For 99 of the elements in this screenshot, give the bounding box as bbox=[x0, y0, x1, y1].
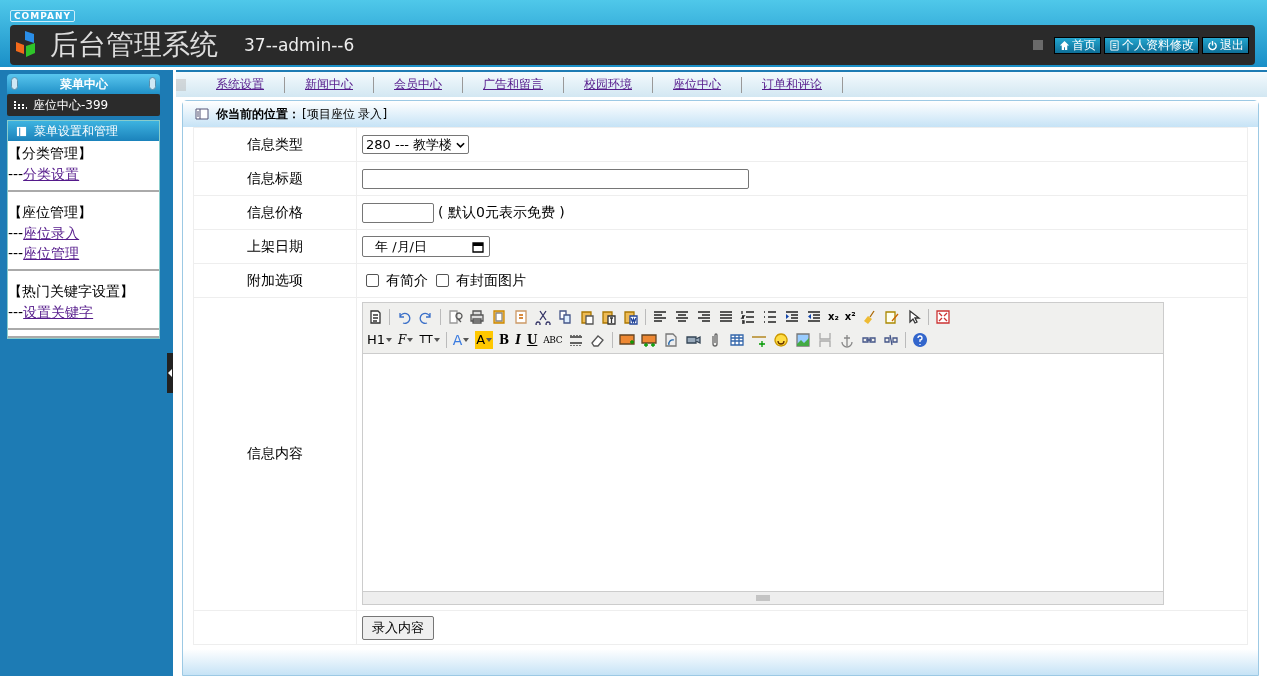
breadcrumb-path: [项目座位 录入] bbox=[302, 105, 388, 123]
current-module[interactable]: 座位中心-399 bbox=[7, 94, 160, 116]
breadcrumb-label: 你当前的位置： bbox=[216, 105, 300, 123]
indent-icon[interactable] bbox=[784, 308, 800, 325]
header-button[interactable]: 退出 bbox=[1202, 36, 1249, 54]
price-input[interactable] bbox=[362, 202, 434, 223]
toolbar-button[interactable]: ABC bbox=[543, 330, 563, 349]
scissors-icon[interactable] bbox=[535, 308, 551, 325]
link-prefix: --- bbox=[8, 245, 24, 261]
printer-icon[interactable] bbox=[469, 308, 485, 325]
toolbar-button[interactable]: B bbox=[499, 330, 510, 349]
group-title: 【热门关键字设置】 bbox=[8, 282, 135, 301]
menu-link[interactable]: 座位录入 bbox=[23, 225, 80, 241]
panel-icon bbox=[195, 108, 209, 120]
header-button[interactable]: 首页 bbox=[1054, 36, 1101, 54]
checkbox-label: 有封面图片 bbox=[456, 271, 526, 290]
align-right-icon[interactable] bbox=[696, 308, 712, 325]
caret-icon bbox=[386, 337, 393, 342]
align-center-icon[interactable] bbox=[674, 308, 690, 325]
submit-button[interactable]: 录入内容 bbox=[362, 615, 434, 640]
align-left-icon[interactable] bbox=[652, 308, 668, 325]
caret-icon bbox=[486, 337, 493, 342]
images-icon[interactable] bbox=[641, 331, 658, 348]
toolbar-button[interactable]: x₂ bbox=[828, 307, 839, 326]
group-title: 【座位管理】 bbox=[8, 203, 93, 222]
copy-icon[interactable] bbox=[557, 308, 573, 325]
field-label: 信息内容 bbox=[193, 297, 357, 611]
nav-link[interactable]: 广告和留言 bbox=[463, 76, 563, 93]
power-icon bbox=[1207, 39, 1218, 51]
date-field[interactable]: 年 /月/日 bbox=[362, 236, 490, 257]
toolbar-button[interactable]: TT bbox=[419, 330, 440, 349]
toolbar-button[interactable]: x² bbox=[844, 307, 856, 326]
link-prefix: --- bbox=[8, 304, 24, 320]
calendar-icon bbox=[472, 240, 484, 253]
link-prefix: --- bbox=[8, 166, 24, 182]
nav-link[interactable]: 订单和评论 bbox=[742, 76, 842, 93]
caret-icon bbox=[456, 141, 466, 148]
clipboard-icon[interactable] bbox=[601, 308, 617, 325]
table-icon[interactable] bbox=[729, 331, 746, 348]
menu-link[interactable]: 分类设置 bbox=[23, 166, 80, 182]
clipboard-icon[interactable] bbox=[623, 308, 639, 325]
smiley-icon[interactable] bbox=[773, 331, 790, 348]
field-label: 信息价格 bbox=[193, 195, 357, 230]
title-input[interactable] bbox=[362, 168, 749, 189]
nav-link[interactable]: 会员中心 bbox=[374, 76, 462, 93]
justify-icon[interactable] bbox=[718, 308, 734, 325]
collapse-handle[interactable] bbox=[167, 70, 173, 676]
link-prefix: --- bbox=[8, 225, 24, 241]
nav-link[interactable]: 系统设置 bbox=[196, 76, 284, 93]
system-title: 后台管理系统 bbox=[50, 27, 218, 63]
field-label: 信息标题 bbox=[193, 161, 357, 196]
home-icon bbox=[1059, 39, 1070, 51]
list-icon bbox=[1109, 39, 1120, 51]
numbered-list-icon[interactable] bbox=[740, 308, 756, 325]
field-label: 上架日期 bbox=[193, 229, 357, 264]
nav-link[interactable]: 校园环境 bbox=[564, 76, 652, 93]
image-icon[interactable] bbox=[619, 331, 636, 348]
company-badge: COMPANY bbox=[10, 10, 75, 22]
flash-icon[interactable] bbox=[663, 331, 680, 348]
picture-icon[interactable] bbox=[795, 331, 812, 348]
menu-link[interactable]: 设置关键字 bbox=[23, 304, 94, 320]
field-label: 附加选项 bbox=[193, 263, 357, 298]
pencil-icon[interactable] bbox=[883, 308, 900, 325]
price-hint: ( 默认0元表示免费 ) bbox=[438, 203, 565, 220]
header-button[interactable]: 个人资料修改 bbox=[1104, 36, 1199, 54]
group-title: 【分类管理】 bbox=[8, 144, 93, 163]
outdent-icon[interactable] bbox=[806, 308, 822, 325]
toolbar-button[interactable]: A bbox=[475, 330, 494, 349]
document-icon[interactable] bbox=[367, 308, 383, 325]
current-module-label: 座位中心-399 bbox=[33, 96, 109, 114]
nav-link[interactable]: 新闻中心 bbox=[285, 76, 373, 93]
template-icon[interactable] bbox=[491, 308, 507, 325]
type-select[interactable]: 280 --- 教学楼 bbox=[362, 135, 470, 154]
grid-icon bbox=[13, 100, 27, 110]
toolbar-button[interactable]: H1 bbox=[367, 330, 393, 349]
nav-link[interactable]: 座位中心 bbox=[653, 76, 741, 93]
caret-icon bbox=[433, 337, 440, 342]
user-label: 37--admin--6 bbox=[244, 35, 355, 55]
caret-icon bbox=[463, 337, 470, 342]
checkbox-label: 有简介 bbox=[386, 271, 428, 290]
toolbar-button[interactable]: I bbox=[515, 330, 521, 349]
caret-icon bbox=[407, 337, 414, 342]
toolbar-button[interactable]: A bbox=[452, 330, 470, 349]
help-icon[interactable] bbox=[912, 331, 929, 348]
field-label: 信息类型 bbox=[193, 127, 357, 162]
bullet-list-icon[interactable] bbox=[762, 308, 778, 325]
clipboard-icon[interactable] bbox=[579, 308, 595, 325]
fullscreen-icon[interactable] bbox=[934, 308, 951, 325]
magnifier-icon[interactable] bbox=[447, 308, 463, 325]
resize-grip-icon bbox=[756, 595, 770, 601]
checkbox[interactable] bbox=[436, 274, 449, 287]
toolbar-button[interactable]: F bbox=[398, 330, 414, 349]
menu-link[interactable]: 座位管理 bbox=[23, 245, 80, 261]
panel-icon bbox=[16, 125, 27, 137]
section-title: 菜单设置和管理 bbox=[34, 122, 118, 140]
checkbox[interactable] bbox=[366, 274, 379, 287]
toolbar-button[interactable]: U bbox=[526, 330, 538, 349]
code-icon[interactable] bbox=[513, 308, 529, 325]
menu-header: 菜单中心 bbox=[7, 74, 160, 94]
